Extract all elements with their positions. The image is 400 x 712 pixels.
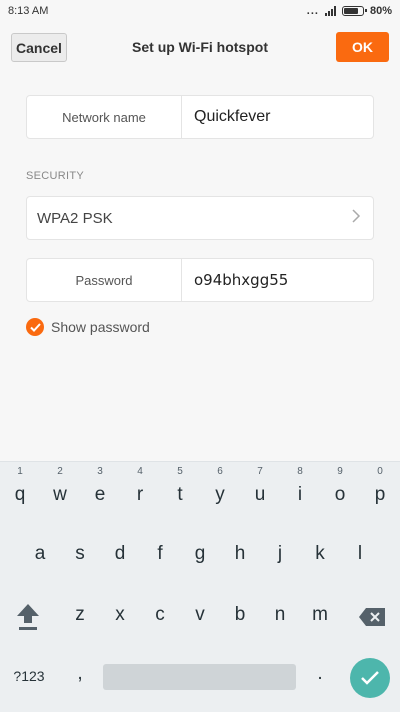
comma-key[interactable]: , (60, 663, 100, 685)
key-label: e (94, 484, 106, 505)
key-c[interactable]: c (140, 604, 180, 626)
backspace-key[interactable] (352, 608, 392, 632)
key-k[interactable]: k (300, 543, 340, 565)
battery-icon (341, 6, 367, 16)
key-h[interactable]: h (220, 543, 260, 565)
network-name-label: Network name (27, 96, 182, 138)
signal-icon (324, 6, 336, 16)
key-f[interactable]: f (140, 543, 180, 565)
key-hint: 4 (137, 466, 143, 477)
status-bar: 8:13 AM ... 80% (0, 0, 400, 22)
key-b[interactable]: b (220, 604, 260, 626)
symbols-key[interactable]: ?123 (6, 668, 52, 684)
network-name-row: Network name Quickfever (26, 95, 374, 139)
key-m[interactable]: m (300, 604, 340, 626)
key-hint: 1 (17, 466, 23, 477)
key-hint: 5 (177, 466, 183, 477)
soft-keyboard: q1w2e3r4t5y6u7i8o9p0 asdfghjkl zxcvbnm ?… (0, 461, 400, 712)
key-label: k (315, 543, 325, 564)
key-label: c (155, 604, 165, 625)
key-label: v (195, 604, 205, 625)
key-label: y (215, 484, 225, 505)
security-section-label: SECURITY (26, 170, 85, 182)
key-label: t (177, 484, 183, 505)
key-label: z (75, 604, 85, 625)
key-label: x (115, 604, 125, 625)
key-hint: 0 (377, 466, 383, 477)
security-value: WPA2 PSK (37, 209, 113, 227)
key-e[interactable]: e3 (80, 466, 120, 506)
key-a[interactable]: a (20, 543, 60, 565)
chevron-right-icon (352, 208, 361, 228)
spacebar-key[interactable] (103, 664, 296, 690)
key-s[interactable]: s (60, 543, 100, 565)
enter-check-key[interactable] (350, 658, 390, 698)
action-bar: Set up Wi-Fi hotspot Cancel OK (0, 22, 400, 72)
key-label: g (194, 543, 206, 564)
key-label: d (114, 543, 126, 564)
key-y[interactable]: y6 (200, 466, 240, 506)
key-label: i (297, 484, 303, 505)
key-label: s (75, 543, 85, 564)
key-label: u (254, 484, 266, 505)
key-hint: 7 (257, 466, 263, 477)
key-label: j (277, 543, 283, 564)
key-hint: 2 (57, 466, 63, 477)
key-u[interactable]: u7 (240, 466, 280, 506)
key-hint: 9 (337, 466, 343, 477)
key-v[interactable]: v (180, 604, 220, 626)
password-label: Password (27, 259, 182, 301)
cancel-button[interactable]: Cancel (11, 33, 67, 62)
key-hint: 8 (297, 466, 303, 477)
key-r[interactable]: r4 (120, 466, 160, 506)
key-x[interactable]: x (100, 604, 140, 626)
key-w[interactable]: w2 (40, 466, 80, 506)
key-label: n (274, 604, 286, 625)
key-hint: 3 (97, 466, 103, 477)
key-label: o (334, 484, 346, 505)
key-label: r (136, 484, 144, 505)
key-i[interactable]: i8 (280, 466, 320, 506)
key-label: p (374, 484, 386, 505)
key-o[interactable]: o9 (320, 466, 360, 506)
checkbox-checked-icon[interactable] (26, 318, 44, 336)
key-label: w (53, 484, 67, 505)
key-l[interactable]: l (340, 543, 380, 565)
key-label: h (234, 543, 246, 564)
period-key[interactable]: . (300, 663, 340, 685)
key-j[interactable]: j (260, 543, 300, 565)
key-t[interactable]: t5 (160, 466, 200, 506)
key-label: q (14, 484, 26, 505)
key-label: l (357, 543, 363, 564)
key-label: b (234, 604, 246, 625)
battery-percent: 80% (369, 5, 392, 17)
key-g[interactable]: g (180, 543, 220, 565)
show-password-label: Show password (51, 319, 150, 335)
status-time: 8:13 AM (8, 5, 49, 17)
key-z[interactable]: z (60, 604, 100, 626)
key-d[interactable]: d (100, 543, 140, 565)
notification-dots: ... (306, 5, 319, 17)
status-icons: ... 80% (307, 5, 392, 17)
password-row: Password o94bhxgg55 (26, 258, 374, 302)
password-input[interactable]: o94bhxgg55 (182, 259, 373, 301)
key-hint: 6 (217, 466, 223, 477)
shift-key[interactable] (8, 602, 48, 636)
key-label: a (34, 543, 46, 564)
key-label: f (157, 543, 163, 564)
key-q[interactable]: q1 (0, 466, 40, 506)
show-password-toggle[interactable]: Show password (26, 318, 150, 336)
key-p[interactable]: p0 (360, 466, 400, 506)
network-name-input[interactable]: Quickfever (182, 96, 373, 138)
key-n[interactable]: n (260, 604, 300, 626)
key-label: m (312, 604, 328, 625)
security-selector[interactable]: WPA2 PSK (26, 196, 374, 240)
ok-button[interactable]: OK (336, 32, 389, 62)
